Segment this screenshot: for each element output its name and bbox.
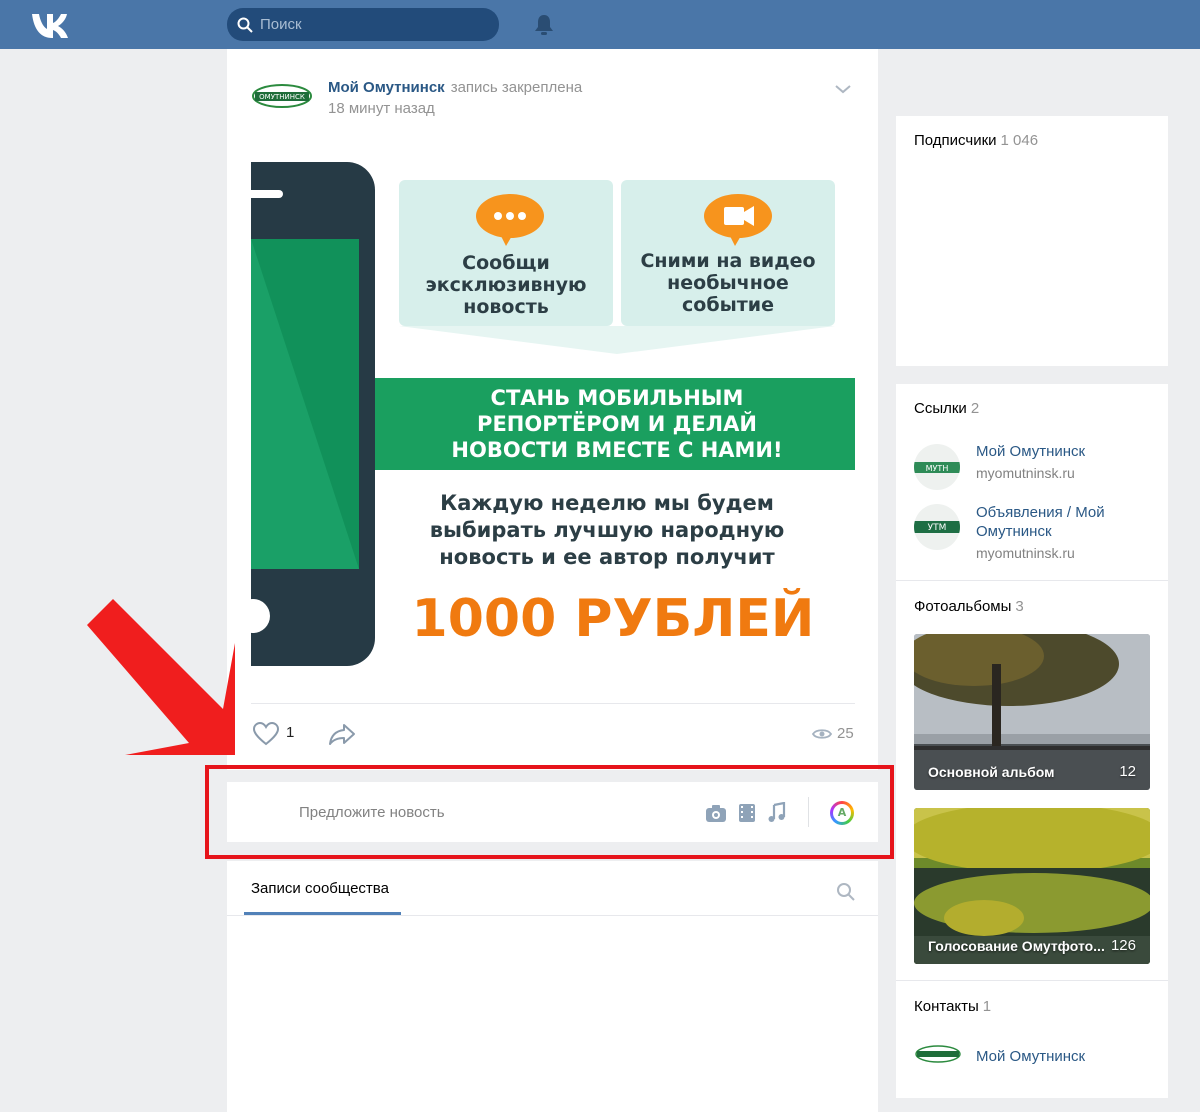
albums-title[interactable]: Фотоальбомы 3	[914, 598, 1024, 615]
search-placeholder: Поиск	[260, 16, 302, 33]
post-author[interactable]: Мой Омутнинск	[328, 79, 445, 96]
links-count: 2	[970, 400, 980, 417]
link-url: myomutninsk.ru	[976, 545, 1075, 561]
contact-avatar[interactable]	[914, 1043, 962, 1065]
post-divider	[251, 703, 855, 704]
subscribers-count: 1 046	[1000, 132, 1039, 149]
albums-count: 3	[1015, 598, 1024, 615]
banner-card2-line3: событие	[682, 294, 774, 316]
banner-card1-line3: новость	[463, 296, 549, 318]
links-label: Ссылки	[914, 400, 967, 417]
red-arrow-annotation	[87, 599, 235, 755]
contacts-label: Контакты	[914, 998, 979, 1015]
views-count: 25	[837, 725, 854, 742]
album-count: 126	[1110, 937, 1136, 954]
share-icon[interactable]	[327, 721, 357, 747]
banner-card1-line2: эксклюзивную	[425, 274, 586, 296]
contacts-count: 1	[982, 998, 992, 1015]
like-count: 1	[286, 724, 295, 741]
banner-card2-line1: Сними на видео	[640, 250, 815, 272]
banner-body-line3: новость и ее автор получит	[439, 545, 775, 569]
vk-logo-icon[interactable]	[30, 10, 74, 38]
link-url: myomutninsk.ru	[976, 465, 1075, 481]
banner-headline-line2: РЕПОРТЁРОМ И ДЕЛАЙ	[477, 411, 757, 436]
tab-community-posts[interactable]: Записи сообщества	[251, 880, 389, 897]
svg-text:МУТН: МУТН	[926, 464, 949, 473]
bell-icon[interactable]	[533, 13, 555, 37]
chevron-down-icon[interactable]	[834, 83, 852, 95]
banner-card1-line1: Сообщи	[462, 252, 550, 274]
albums-label: Фотоальбомы	[914, 598, 1012, 615]
red-highlight-frame	[205, 765, 894, 859]
pinned-post: ОМУТНИНСК Мой Омутнинск запись закреплена…	[227, 49, 878, 770]
link-thumbnail[interactable]: УТМ	[914, 504, 960, 550]
eye-icon	[812, 729, 832, 739]
banner-card2-line2: необычное	[667, 272, 789, 294]
album-title: Голосование Омутфото...	[928, 938, 1105, 954]
contacts-title[interactable]: Контакты 1	[914, 998, 991, 1015]
sidebar-info-box: Ссылки 2 МУТН Мой Омутнинск myomutninsk.r…	[896, 384, 1168, 1098]
subscribers-title[interactable]: Подписчики 1 046	[914, 132, 1038, 149]
album-card[interactable]: Основной альбом 12	[914, 634, 1150, 790]
subscribers-box: Подписчики 1 046	[896, 116, 1168, 366]
search-icon	[237, 17, 253, 33]
banner-headline-line3: НОВОСТИ ВМЕСТЕ С НАМИ!	[451, 438, 782, 462]
heart-icon[interactable]	[251, 721, 281, 747]
community-avatar[interactable]: ОМУТНИНСК	[251, 79, 313, 113]
wall-divider	[227, 915, 878, 916]
search-input[interactable]: Поиск	[227, 8, 499, 41]
album-card[interactable]: Голосование Омутфото... 126	[914, 808, 1150, 964]
album-title: Основной альбом	[928, 764, 1055, 780]
link-title[interactable]: Мой Омутнинск	[976, 442, 1146, 461]
section-divider	[896, 580, 1168, 581]
banner-body-line2: выбирать лучшую народную	[430, 518, 785, 542]
top-bar: Поиск	[0, 0, 1200, 49]
links-title[interactable]: Ссылки 2	[914, 400, 979, 417]
contact-name[interactable]: Мой Омутнинск	[976, 1048, 1085, 1065]
subscribers-label: Подписчики	[914, 132, 997, 149]
search-icon[interactable]	[836, 882, 856, 902]
community-wall: Записи сообщества	[227, 861, 878, 1112]
post-banner-image[interactable]: Сообщи эксклюзивную новость Сними на вид…	[251, 154, 855, 666]
svg-text:ОМУТНИНСК: ОМУТНИНСК	[259, 93, 305, 101]
link-thumbnail[interactable]: МУТН	[914, 444, 960, 490]
album-count: 12	[1119, 763, 1136, 780]
banner-headline-line1: СТАНЬ МОБИЛЬНЫМ	[491, 386, 744, 410]
link-title[interactable]: Объявления / Мой Омутнинск	[976, 503, 1146, 541]
banner-body-line1: Каждую неделю мы будем	[440, 491, 774, 515]
banner-prize: 1000 РУБЛЕЙ	[412, 588, 815, 649]
svg-text:УТМ: УТМ	[928, 523, 947, 533]
section-divider	[896, 980, 1168, 981]
pinned-label: запись закреплена	[450, 79, 583, 96]
post-time[interactable]: 18 минут назад	[328, 100, 435, 117]
